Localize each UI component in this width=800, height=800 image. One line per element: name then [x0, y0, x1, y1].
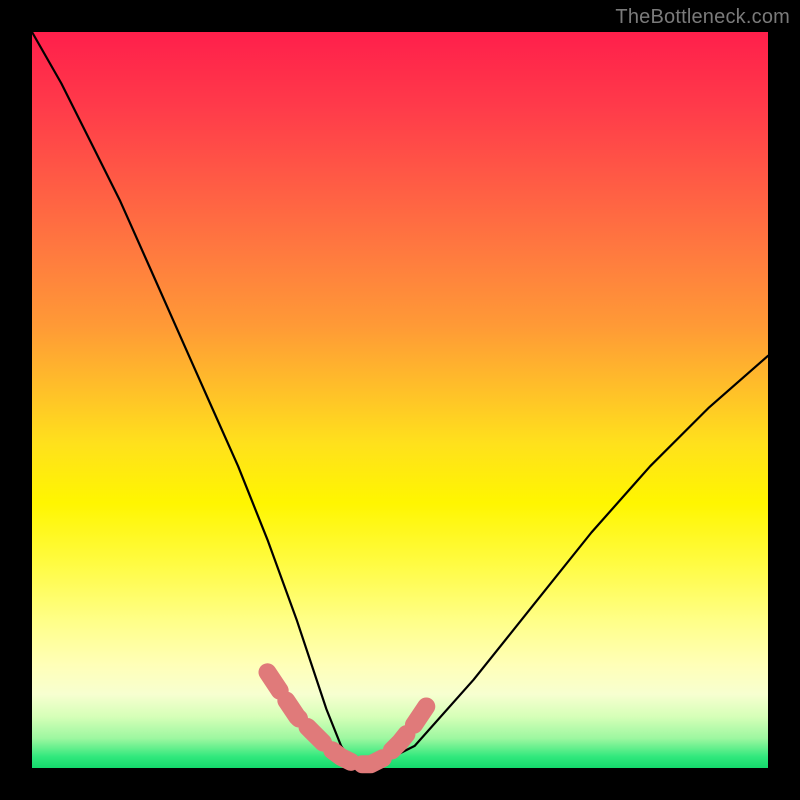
watermark-text: TheBottleneck.com: [615, 6, 790, 29]
plot-area: [32, 32, 768, 768]
chart-stage: TheBottleneck.com: [0, 0, 800, 800]
curve-layer: [32, 32, 768, 768]
bottleneck-curve: [32, 32, 768, 768]
